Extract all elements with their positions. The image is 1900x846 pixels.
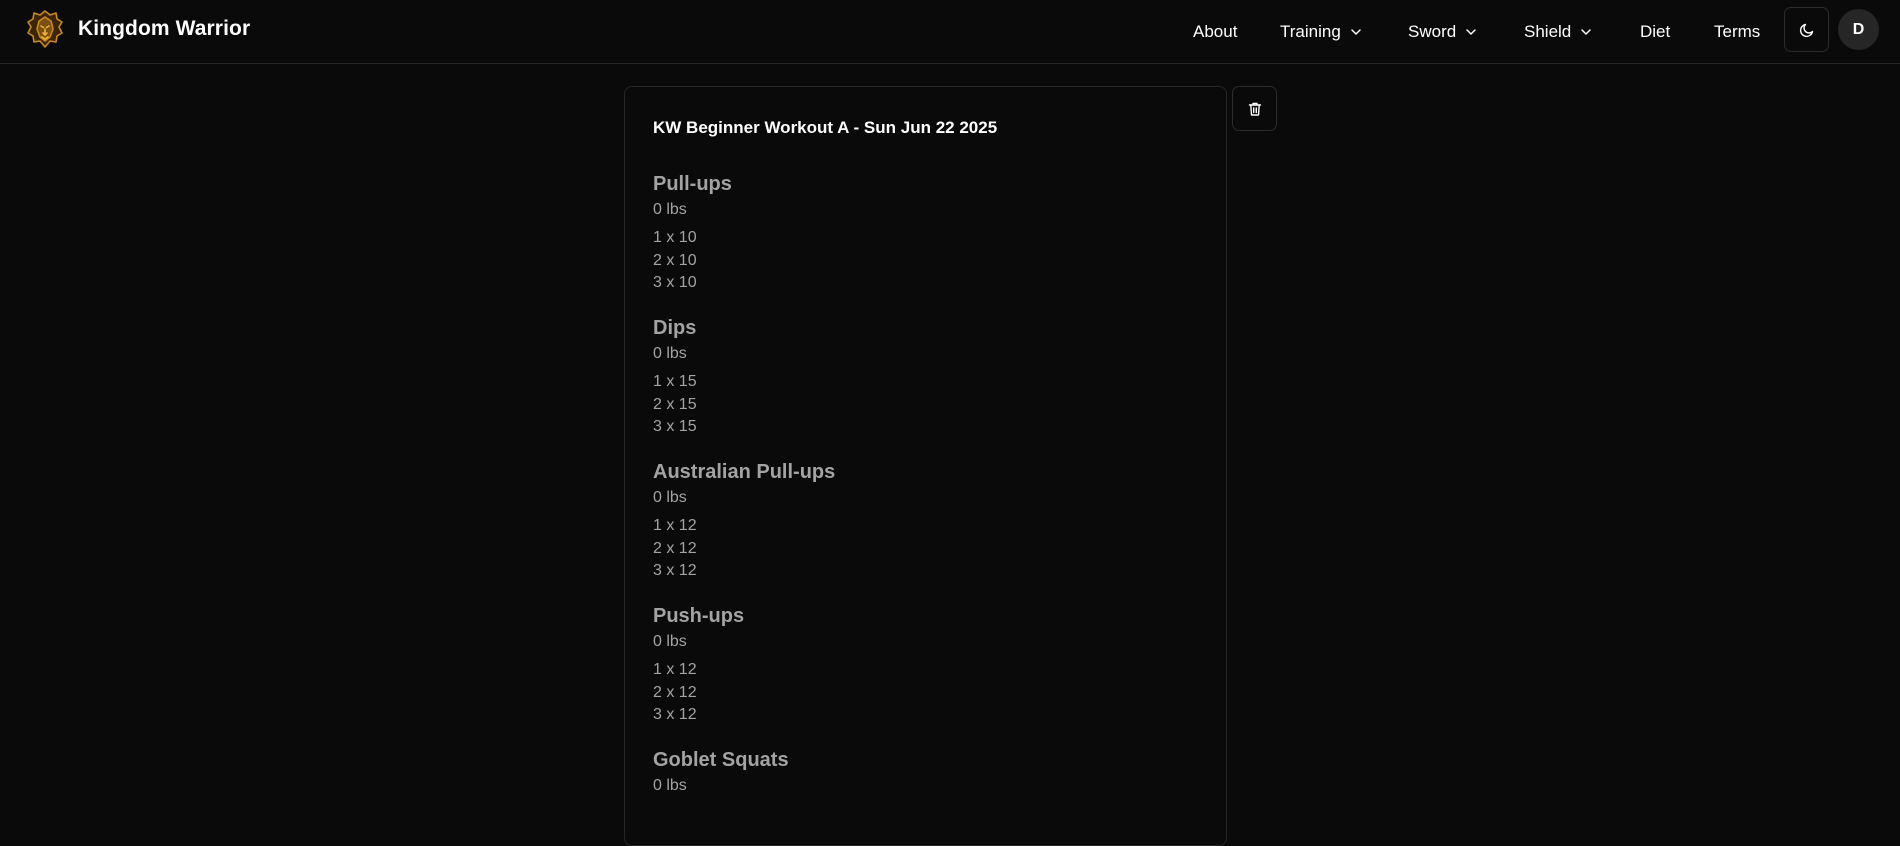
exercise-sets: 1 x 10 2 x 10 3 x 10 <box>653 227 1193 295</box>
exercise-item: Pull-ups 0 lbs 1 x 10 2 x 10 3 x 10 <box>653 172 1193 295</box>
exercise-set: 3 x 10 <box>653 274 697 291</box>
exercise-item: Goblet Squats 0 lbs <box>653 748 1193 796</box>
nav-terms[interactable]: Terms <box>1714 12 1760 52</box>
exercise-set: 2 x 15 <box>653 395 697 413</box>
exercise-item: Push-ups 0 lbs 1 x 12 2 x 12 3 x 12 <box>653 604 1193 727</box>
nav-about[interactable]: About <box>1193 12 1237 52</box>
nav-sword-label: Sword <box>1408 22 1457 41</box>
brand-name: Kingdom Warrior <box>78 17 251 40</box>
exercise-weight: 0 lbs <box>653 345 687 362</box>
exercise-set: 1 x 12 <box>653 661 697 678</box>
nav-about-label: About <box>1193 22 1238 41</box>
user-avatar[interactable]: D <box>1838 9 1879 50</box>
exercise-weight: 0 lbs <box>653 777 687 794</box>
nav-shield-dropdown[interactable]: Shield <box>1524 12 1593 52</box>
exercise-sets: 1 x 12 2 x 12 3 x 12 <box>653 659 1193 727</box>
workout-title: KW Beginner Workout A - Sun Jun 22 2025 <box>653 118 998 137</box>
nav-shield-label: Shield <box>1524 22 1572 41</box>
exercise-set: 3 x 15 <box>653 418 697 435</box>
nav-diet[interactable]: Diet <box>1640 12 1670 52</box>
top-navigation-bar: Kingdom Warrior About Training Sword Shi… <box>0 0 1900 64</box>
nav-training-label: Training <box>1280 22 1341 41</box>
brand-home-link[interactable]: Kingdom Warrior <box>26 9 250 49</box>
workout-card: KW Beginner Workout A - Sun Jun 22 2025 … <box>624 86 1227 846</box>
exercise-name: Australian Pull-ups <box>653 461 836 483</box>
nav-terms-label: Terms <box>1714 22 1761 41</box>
chevron-down-icon <box>1466 29 1476 35</box>
exercise-sets: 1 x 15 2 x 15 3 x 15 <box>653 371 1193 439</box>
exercise-set: 1 x 12 <box>653 517 697 534</box>
exercise-set: 2 x 12 <box>653 683 697 701</box>
nav-training-dropdown[interactable]: Training <box>1280 12 1363 52</box>
exercise-weight: 0 lbs <box>653 201 687 218</box>
exercise-name: Pull-ups <box>653 173 732 195</box>
nav-diet-label: Diet <box>1640 22 1671 41</box>
exercise-weight: 0 lbs <box>653 489 687 506</box>
exercise-name: Goblet Squats <box>653 749 789 771</box>
exercise-set: 1 x 15 <box>653 373 697 390</box>
moon-icon <box>1799 23 1813 37</box>
chevron-down-icon <box>1351 29 1361 35</box>
exercise-name: Push-ups <box>653 605 745 627</box>
exercise-set: 3 x 12 <box>653 562 697 579</box>
exercise-set: 3 x 12 <box>653 706 697 723</box>
lion-head-icon <box>27 10 63 48</box>
delete-workout-button[interactable] <box>1232 86 1277 131</box>
trash-icon <box>1248 102 1261 116</box>
exercise-sets: 1 x 12 2 x 12 3 x 12 <box>653 515 1193 583</box>
avatar-initial: D <box>1852 20 1865 38</box>
chevron-down-icon <box>1581 29 1592 35</box>
exercise-set: 2 x 12 <box>653 539 697 557</box>
exercise-name: Dips <box>653 317 697 339</box>
exercise-set: 1 x 10 <box>653 229 697 246</box>
exercise-item: Australian Pull-ups 0 lbs 1 x 12 2 x 12 … <box>653 460 1193 583</box>
exercise-weight: 0 lbs <box>653 633 687 650</box>
nav-sword-dropdown[interactable]: Sword <box>1408 12 1478 52</box>
exercise-set: 2 x 10 <box>653 251 697 269</box>
exercise-item: Dips 0 lbs 1 x 15 2 x 15 3 x 15 <box>653 316 1193 439</box>
theme-toggle-button[interactable] <box>1784 7 1829 52</box>
